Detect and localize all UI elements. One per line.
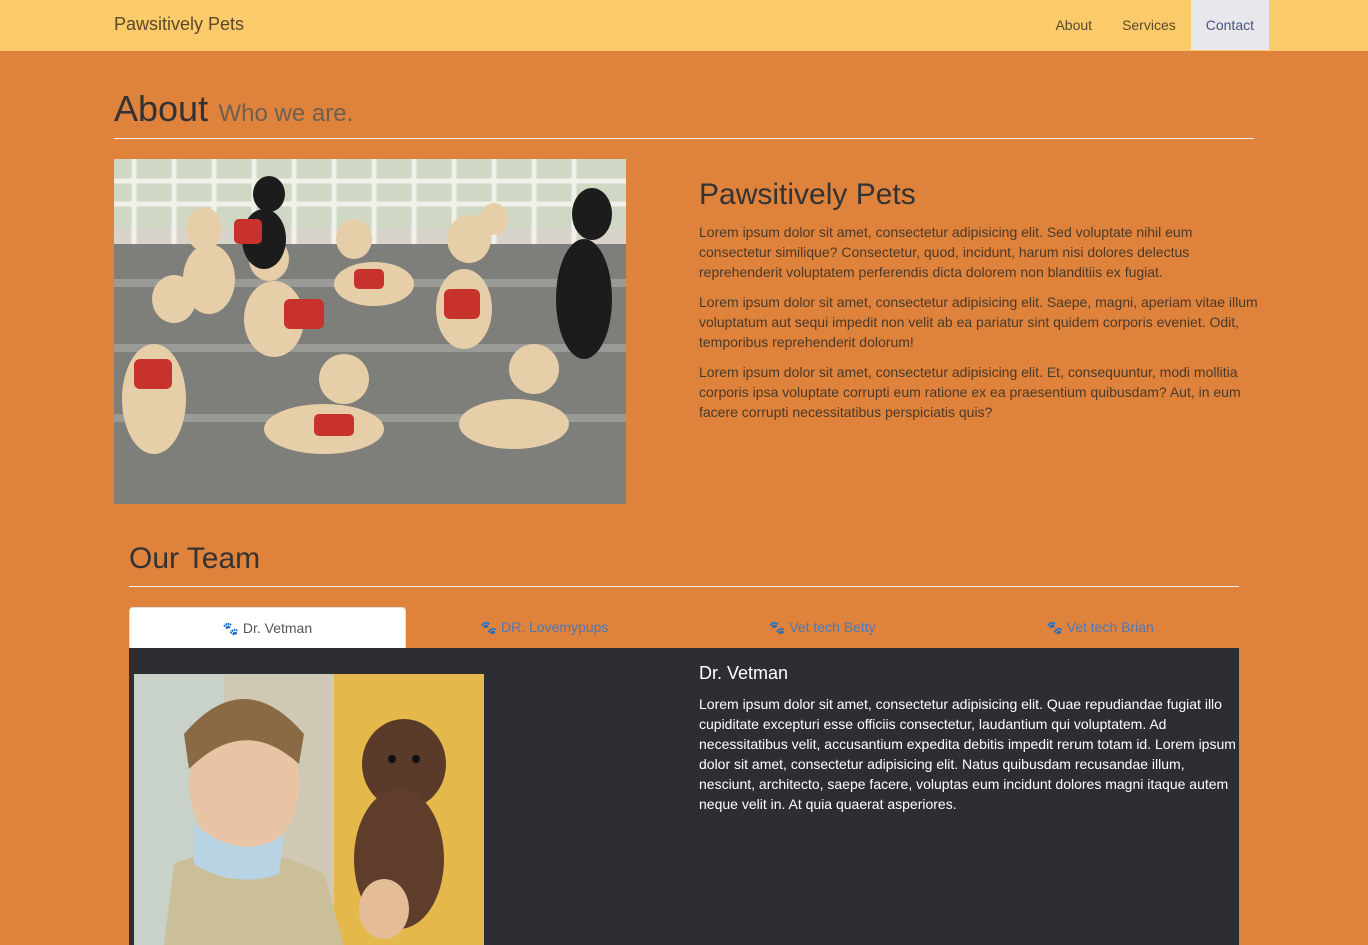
about-paragraph: Lorem ipsum dolor sit amet, consectetur … bbox=[699, 294, 1258, 350]
tab-label: Vet tech Brian bbox=[1066, 619, 1154, 635]
tab-vet-tech-brian[interactable]: 🐾 Vet tech Brian bbox=[961, 607, 1239, 649]
paw-icon: 🐾 bbox=[480, 620, 498, 635]
navbar: Pawsitively Pets About Services Contact bbox=[0, 0, 1368, 51]
about-paragraph: Lorem ipsum dolor sit amet, consectetur … bbox=[699, 224, 1193, 280]
vet-details: Dr. Vetman Lorem ipsum dolor sit amet, c… bbox=[699, 663, 1237, 814]
tab-dr-lovemypups[interactable]: 🐾 DR. Lovemypups bbox=[406, 607, 684, 649]
team-member-panel: Dr. Vetman Lorem ipsum dolor sit amet, c… bbox=[129, 648, 1239, 945]
nav-contact[interactable]: Contact bbox=[1190, 0, 1269, 50]
vet-name: Dr. Vetman bbox=[699, 663, 789, 683]
tab-label: Vet tech Betty bbox=[789, 619, 876, 635]
vet-photo bbox=[134, 674, 484, 945]
tab-dr-vetman[interactable]: 🐾 Dr. Vetman bbox=[129, 607, 406, 649]
tab-label: Dr. Vetman bbox=[242, 620, 313, 636]
nav-about[interactable]: About bbox=[1040, 0, 1107, 50]
paw-icon: 🐾 bbox=[1046, 620, 1063, 635]
tab-label: DR. Lovemypups bbox=[501, 619, 609, 635]
paw-icon: 🐾 bbox=[222, 621, 239, 636]
about-header: About Who we are. bbox=[114, 88, 1254, 139]
about-title: About bbox=[114, 88, 209, 129]
nav-services[interactable]: Services bbox=[1107, 0, 1191, 50]
about-heading: Pawsitively Pets bbox=[699, 178, 916, 211]
tab-vet-tech-betty[interactable]: 🐾 Vet tech Betty bbox=[684, 607, 962, 649]
about-subtitle: Who we are. bbox=[218, 100, 354, 127]
brand-link[interactable]: Pawsitively Pets bbox=[114, 14, 244, 35]
team-title: Our Team bbox=[129, 542, 1239, 587]
vet-bio: Lorem ipsum dolor sit amet, consectetur … bbox=[699, 696, 1236, 812]
about-text: Pawsitively Pets Lorem ipsum dolor sit a… bbox=[699, 178, 1259, 432]
team-tabs: 🐾 Dr. Vetman 🐾 DR. Lovemypups 🐾 Vet tech Be… bbox=[129, 607, 1239, 649]
dogs-group-photo bbox=[114, 159, 626, 504]
about-paragraph: Lorem ipsum dolor sit amet, consectetur … bbox=[699, 364, 1241, 420]
paw-icon: 🐾 bbox=[769, 620, 786, 635]
nav-links: About Services Contact bbox=[1040, 0, 1269, 50]
